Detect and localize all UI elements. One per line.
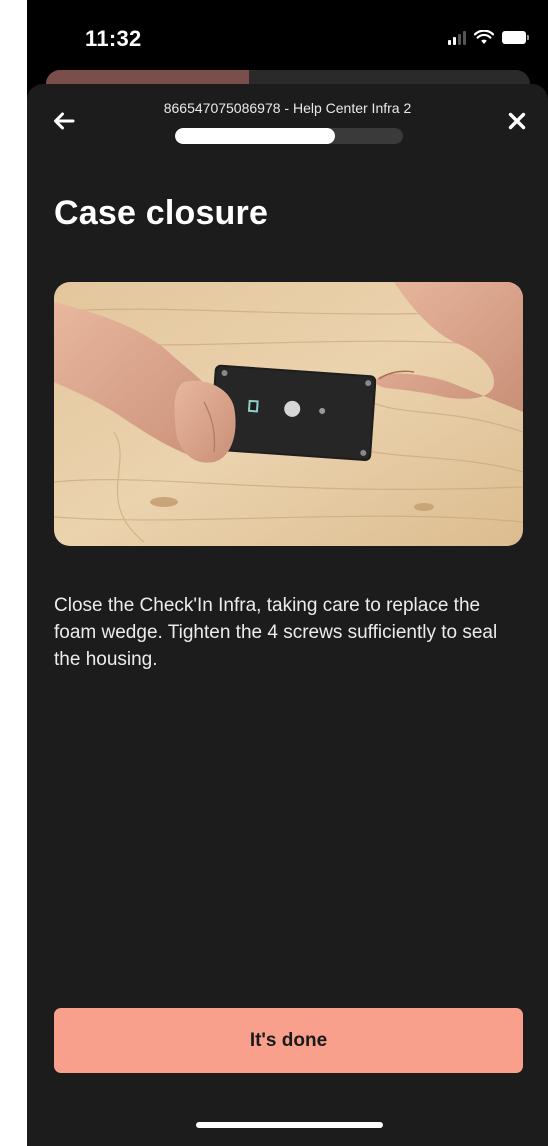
status-icons	[448, 30, 529, 45]
device-title: 866547075086978 - Help Center Infra 2	[163, 100, 412, 116]
device-photo	[54, 282, 523, 546]
step-progress-fill	[175, 128, 335, 144]
status-time: 11:32	[85, 26, 142, 51]
close-icon	[508, 112, 526, 130]
page-title: Case closure	[54, 194, 269, 232]
home-indicator[interactable]	[196, 1122, 383, 1128]
instructions-text: Close the Check'In Infra, taking care to…	[54, 595, 498, 670]
its-done-button[interactable]: It's done	[54, 1008, 523, 1073]
case-closure-sheet: 866547075086978 - Help Center Infra 2 Ca…	[27, 84, 548, 1146]
signal-icon	[448, 30, 466, 45]
wifi-icon	[474, 30, 494, 44]
phone-screen: 11:32 866547075086978 - Help Center Infr…	[27, 0, 548, 1146]
status-bar: 11:32	[27, 0, 548, 70]
battery-icon	[502, 31, 529, 44]
step-progress-bar	[175, 128, 403, 144]
close-button[interactable]	[502, 106, 532, 136]
